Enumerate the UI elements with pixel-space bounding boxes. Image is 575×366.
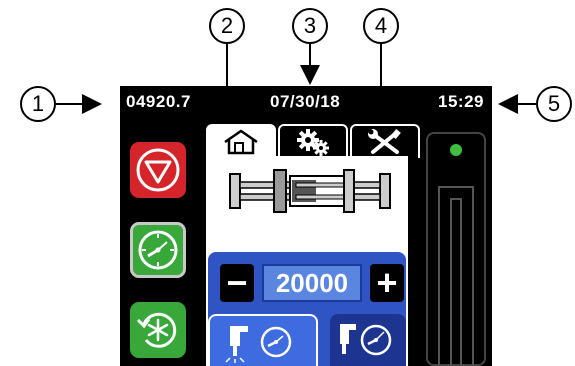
defrost-button[interactable] xyxy=(130,302,186,358)
home-panel: − 20000 + xyxy=(206,156,408,366)
dispense-gauge-icon xyxy=(340,324,392,356)
increase-button[interactable]: + xyxy=(370,262,404,303)
level-bar-outer xyxy=(438,186,474,366)
gauge-icon xyxy=(138,230,178,270)
gears-icon xyxy=(297,129,329,156)
snowflake-cycle-icon xyxy=(136,312,177,348)
decrease-button[interactable]: − xyxy=(220,262,254,303)
callout-3: 3 xyxy=(292,8,328,44)
callout-1: 1 xyxy=(20,86,56,122)
home-icon xyxy=(224,129,258,155)
tab-settings[interactable] xyxy=(278,124,348,158)
level-bar-inner xyxy=(450,198,462,366)
callout-2: 2 xyxy=(209,8,245,44)
tab-tools[interactable] xyxy=(350,124,420,158)
stop-button[interactable] xyxy=(130,142,186,198)
level-gauge xyxy=(426,132,486,366)
tab-home[interactable] xyxy=(206,124,276,158)
stop-icon xyxy=(136,148,180,192)
counter-readout: 04920.7 xyxy=(126,92,191,111)
time-readout: 15:29 xyxy=(438,92,484,111)
date-readout: 07/30/18 xyxy=(270,92,341,111)
device-screen: 04920.7 07/30/18 15:29 − 20000 + xyxy=(120,86,492,366)
wrench-screwdriver-icon xyxy=(368,129,401,154)
callout-5: 5 xyxy=(536,86,572,122)
quantity-value[interactable]: 20000 xyxy=(262,264,362,302)
mode-manual-button[interactable] xyxy=(330,314,406,366)
run-button[interactable] xyxy=(130,222,186,278)
quantity-mode-area: − 20000 + xyxy=(208,252,406,366)
status-indicator-light xyxy=(450,144,462,156)
dispense-gauge-icon xyxy=(225,326,292,363)
callout-4: 4 xyxy=(363,8,399,44)
mode-timed-button[interactable] xyxy=(208,314,318,366)
machine-diagram-icon xyxy=(229,169,391,213)
